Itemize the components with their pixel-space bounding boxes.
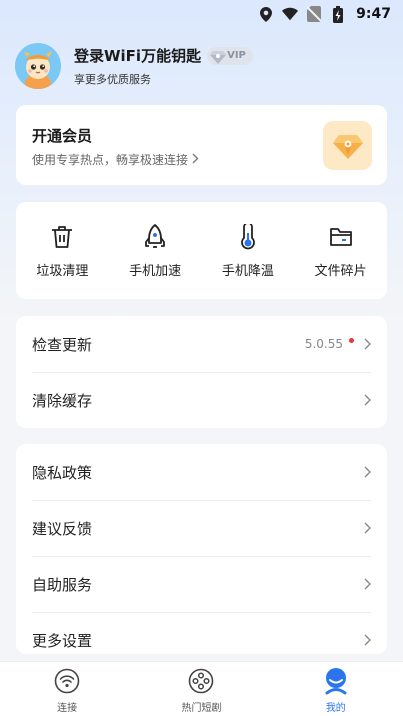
chevron-right-icon	[364, 463, 371, 482]
chevron-right-icon	[364, 335, 371, 354]
tool-label: 手机加速	[129, 264, 182, 279]
wifi-signal-icon	[282, 6, 299, 22]
update-dot-badge	[349, 337, 354, 343]
tool-label: 手机降温	[221, 264, 274, 279]
profile-header[interactable]: 登录WiFi万能钥匙 VIP 享更多优质服务	[15, 42, 387, 90]
vip-membership-card[interactable]: 开通会员 使用专享热点，畅享极速连接	[16, 105, 387, 185]
profile-icon	[322, 667, 350, 695]
row-label: 清除缓存	[32, 391, 93, 410]
tool-label: 文件碎片	[314, 264, 367, 279]
tool-phone-boost[interactable]: 手机加速	[109, 202, 202, 299]
diamond-icon	[210, 48, 227, 67]
chevron-right-icon	[364, 391, 371, 410]
folder-icon	[328, 224, 354, 250]
row-label: 自助服务	[32, 575, 93, 594]
vip-diamond-icon	[323, 121, 372, 170]
tab-connect[interactable]: 连接	[0, 662, 134, 716]
row-label: 建议反馈	[32, 519, 93, 538]
status-time: 9:47	[356, 6, 391, 22]
row-label: 更多设置	[32, 631, 93, 650]
avatar[interactable]	[15, 43, 61, 89]
tool-label: 垃圾清理	[36, 264, 89, 279]
login-title[interactable]: 登录WiFi万能钥匙	[74, 45, 201, 66]
tab-label: 连接	[57, 703, 78, 714]
chevron-right-icon	[364, 575, 371, 594]
vip-badge: VIP	[207, 46, 253, 67]
check-update-row[interactable]: 检查更新 5.0.55	[16, 316, 387, 372]
clear-cache-row[interactable]: 清除缓存	[16, 372, 387, 428]
profile-subtitle: 享更多优质服务	[74, 73, 151, 86]
tab-short-dramas[interactable]: 热门短剧	[134, 662, 268, 716]
tools-card: 垃圾清理 手机加速 手机降温 文件碎片	[16, 202, 387, 299]
rocket-icon	[142, 224, 168, 250]
tool-phone-cooldown[interactable]: 手机降温	[202, 202, 295, 299]
feedback-row[interactable]: 建议反馈	[16, 500, 387, 556]
privacy-policy-row[interactable]: 隐私政策	[16, 444, 387, 500]
tool-file-fragments[interactable]: 文件碎片	[294, 202, 387, 299]
more-settings-row[interactable]: 更多设置	[16, 612, 387, 654]
chevron-right-icon	[364, 631, 371, 650]
film-reel-icon	[187, 667, 215, 695]
version-number: 5.0.55	[304, 337, 343, 351]
chevron-right-icon	[192, 153, 199, 167]
trash-icon	[49, 224, 75, 250]
tab-label: 我的	[325, 703, 346, 714]
vip-card-subtitle: 使用专享热点，畅享极速连接	[32, 151, 199, 168]
vip-card-title: 开通会员	[32, 127, 93, 145]
tab-label: 热门短剧	[181, 703, 222, 714]
battery-icon	[330, 5, 346, 23]
status-bar: 9:47	[0, 0, 403, 28]
chevron-right-icon	[364, 519, 371, 538]
update-list-card: 检查更新 5.0.55 清除缓存	[16, 316, 387, 428]
row-label: 隐私政策	[32, 463, 93, 482]
vip-card-subtitle-text: 使用专享热点，畅享极速连接	[32, 153, 189, 167]
row-label: 检查更新	[32, 335, 93, 354]
vip-label: VIP	[227, 50, 246, 61]
wifi-icon	[53, 667, 81, 695]
tool-junk-clean[interactable]: 垃圾清理	[16, 202, 109, 299]
tab-mine[interactable]: 我的	[269, 662, 403, 716]
self-service-row[interactable]: 自助服务	[16, 556, 387, 612]
bottom-tab-bar: 连接 热门短剧 我的	[0, 661, 403, 716]
settings-list-card: 隐私政策 建议反馈 自助服务 更多设置	[16, 444, 387, 654]
location-icon	[258, 6, 274, 22]
no-sim-icon	[306, 6, 322, 22]
thermometer-icon	[235, 224, 261, 250]
